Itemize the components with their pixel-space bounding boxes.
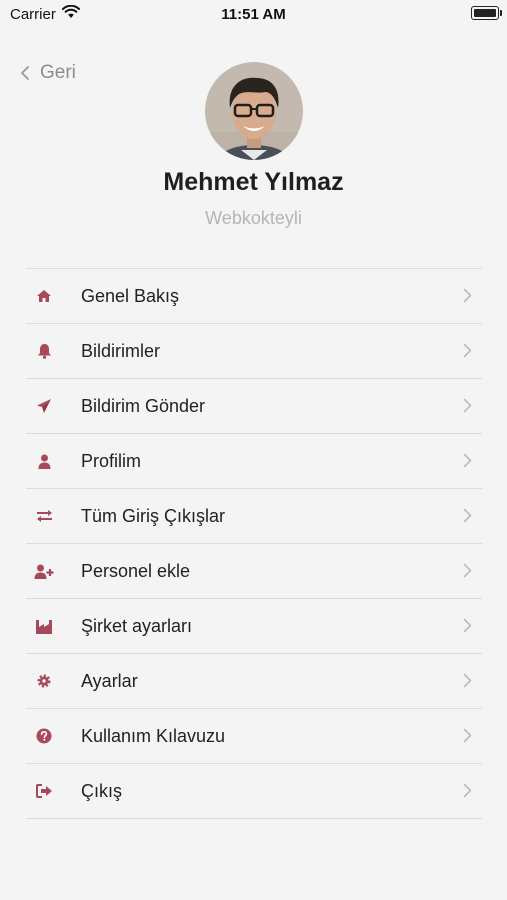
user-plus-icon <box>27 564 61 579</box>
chevron-right-icon <box>463 508 472 523</box>
menu-item-cikis[interactable]: Çıkış <box>26 764 482 819</box>
menu-item-label: Profilim <box>81 450 142 471</box>
menu-list: Genel Bakış Bildirimler Bildirim Gönder … <box>26 268 482 819</box>
gear-icon <box>27 673 61 689</box>
menu-item-label: Genel Bakış <box>81 285 180 306</box>
chevron-right-icon <box>463 728 472 743</box>
chevron-right-icon <box>463 288 472 303</box>
battery-icon <box>471 6 502 20</box>
chevron-right-icon <box>463 618 472 633</box>
chevron-right-icon <box>463 453 472 468</box>
chevron-right-icon <box>463 563 472 578</box>
menu-item-label: Çıkış <box>81 780 123 801</box>
menu-item-label: Personel ekle <box>81 560 191 581</box>
menu-item-personel-ekle[interactable]: Personel ekle <box>26 544 482 599</box>
menu-item-tum-giris-cikislar[interactable]: Tüm Giriş Çıkışlar <box>26 489 482 544</box>
menu-item-label: Kullanım Kılavuzu <box>81 725 226 746</box>
menu-item-ayarlar[interactable]: Ayarlar <box>26 654 482 709</box>
menu-item-label: Bildirimler <box>81 340 161 361</box>
home-icon <box>27 289 61 303</box>
industry-icon <box>27 619 61 634</box>
sign-out-icon <box>27 784 61 798</box>
menu-item-kullanim-kilavuzu[interactable]: Kullanım Kılavuzu <box>26 709 482 764</box>
menu-item-bildirimler[interactable]: Bildirimler <box>26 324 482 379</box>
menu-item-label: Şirket ayarları <box>81 615 193 636</box>
back-label: Geri <box>40 62 76 83</box>
paper-plane-icon <box>27 398 61 414</box>
chevron-right-icon <box>463 398 472 413</box>
avatar <box>205 62 303 160</box>
menu-item-bildirim-gonder[interactable]: Bildirim Gönder <box>26 379 482 434</box>
menu-item-sirket-ayarlari[interactable]: Şirket ayarları <box>26 599 482 654</box>
question-circle-icon <box>27 728 61 744</box>
menu-item-label: Tüm Giriş Çıkışlar <box>81 505 225 526</box>
chevron-right-icon <box>463 673 472 688</box>
menu-item-profilim[interactable]: Profilim <box>26 434 482 489</box>
chevron-right-icon <box>463 783 472 798</box>
clock: 11:51 AM <box>221 6 286 23</box>
back-button[interactable]: Geri <box>20 62 76 84</box>
menu-item-genel-bakis[interactable]: Genel Bakış <box>26 269 482 324</box>
chevron-right-icon <box>463 343 472 358</box>
exchange-icon <box>27 509 61 523</box>
user-icon <box>27 454 61 469</box>
profile-company: Webkokteyli <box>205 208 302 228</box>
profile-name: Mehmet Yılmaz <box>163 168 344 196</box>
status-bar: Carrier 11:51 AM <box>0 0 507 28</box>
menu-item-label: Ayarlar <box>81 670 138 691</box>
menu-item-label: Bildirim Gönder <box>81 395 206 416</box>
chevron-left-icon <box>21 66 29 80</box>
bell-icon <box>27 343 61 359</box>
